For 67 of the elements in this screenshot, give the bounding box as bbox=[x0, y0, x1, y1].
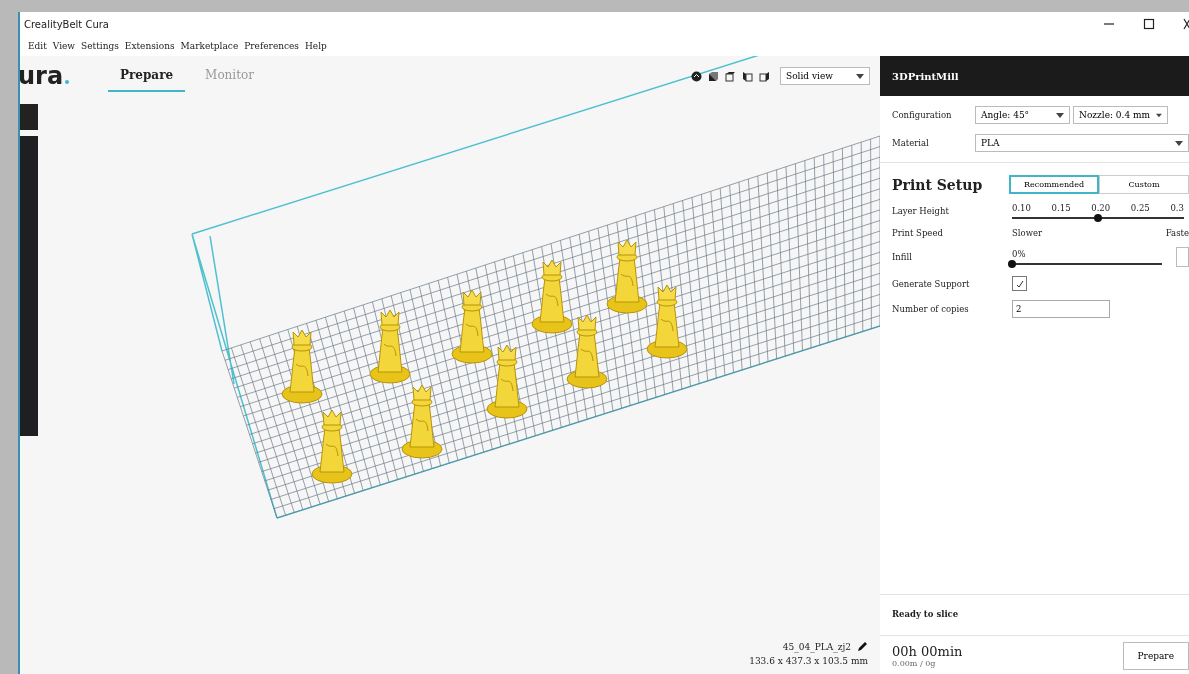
chess-piece-model[interactable] bbox=[531, 259, 573, 334]
generate-support-label: Generate Support bbox=[892, 278, 971, 289]
chess-piece-model[interactable] bbox=[486, 344, 528, 419]
setup-tab[interactable]: Recommended bbox=[1009, 175, 1099, 194]
layer-height-label: Layer Height bbox=[892, 206, 950, 216]
menu-item[interactable]: Edit bbox=[28, 41, 47, 51]
configuration-label: Configuration bbox=[892, 110, 953, 120]
menu-item[interactable]: Extensions bbox=[124, 41, 175, 51]
caret-icon bbox=[1175, 140, 1183, 146]
tick-label: 0.10 bbox=[1012, 203, 1031, 213]
menu-item[interactable]: Settings bbox=[81, 41, 119, 51]
cube-left-icon[interactable] bbox=[742, 70, 753, 82]
setup-tab[interactable]: Custom bbox=[1099, 175, 1189, 194]
chess-piece-model[interactable] bbox=[311, 409, 353, 484]
chess-piece-model[interactable] bbox=[606, 239, 648, 314]
close-icon[interactable] bbox=[1183, 18, 1189, 30]
cura-logo: ura bbox=[20, 62, 108, 90]
tick-label: 0.25 bbox=[1130, 203, 1150, 213]
model-dimensions: 133.6 x 437.3 x 103.5 mm bbox=[749, 656, 868, 666]
maximize-icon[interactable] bbox=[1143, 18, 1155, 30]
support-checkbox[interactable] bbox=[1012, 276, 1027, 291]
tick-label: 0.3 bbox=[1170, 203, 1184, 213]
cube-top-icon[interactable] bbox=[725, 70, 736, 82]
speed-max-label: Faste bbox=[1165, 228, 1189, 238]
print-time: 00h 00min bbox=[892, 644, 963, 659]
checkmark-icon bbox=[1014, 278, 1025, 289]
view-mode-dropdown[interactable]: Solid view bbox=[780, 67, 870, 85]
slice-status: Ready to slice bbox=[892, 609, 959, 619]
cube-right-icon[interactable] bbox=[759, 70, 770, 82]
configuration-dropdown[interactable]: Angle: 45° bbox=[975, 106, 1070, 124]
copies-label: Number of copies bbox=[892, 304, 970, 314]
slider-thumb[interactable] bbox=[1008, 260, 1016, 268]
menu-item[interactable]: Preferences bbox=[244, 41, 299, 51]
material-label: Material bbox=[892, 138, 930, 148]
menu-item[interactable]: Marketplace bbox=[180, 41, 239, 51]
caret-icon bbox=[1156, 112, 1162, 118]
slider-thumb[interactable] bbox=[1094, 214, 1102, 222]
chess-piece-model[interactable] bbox=[369, 309, 411, 384]
menu-item[interactable]: Help bbox=[305, 41, 327, 51]
chess-piece-model[interactable] bbox=[566, 314, 608, 389]
menu-item[interactable]: View bbox=[52, 41, 76, 51]
copies-field[interactable]: 2 bbox=[1012, 300, 1110, 318]
model-name: 45_04_PLA_zj2 bbox=[782, 641, 851, 652]
speed-min-label: Slower bbox=[1012, 228, 1043, 238]
prepare-button[interactable]: Prepare bbox=[1122, 642, 1189, 670]
caret-icon bbox=[856, 73, 864, 79]
pencil-icon[interactable] bbox=[857, 641, 868, 652]
material-dropdown[interactable]: PLA bbox=[975, 134, 1189, 152]
material-usage: 0.00m / 0g bbox=[892, 659, 937, 668]
chess-piece-model[interactable] bbox=[401, 384, 443, 459]
caret-icon bbox=[1056, 112, 1064, 118]
chess-piece-model[interactable] bbox=[646, 284, 688, 359]
chess-piece-model[interactable] bbox=[281, 329, 323, 404]
print-setup-title: Print Setup bbox=[892, 176, 984, 193]
chess-piece-model[interactable] bbox=[451, 289, 493, 364]
cube-front-icon[interactable] bbox=[708, 70, 719, 82]
print-speed-label: Print Speed bbox=[892, 228, 944, 238]
stage-tab[interactable]: Prepare bbox=[108, 60, 186, 92]
window-title: CrealityBelt Cura bbox=[24, 18, 109, 30]
printer-name: 3DPrintMill bbox=[892, 70, 959, 82]
tick-label: 0.15 bbox=[1051, 203, 1071, 213]
infill-label: Infill bbox=[892, 252, 913, 262]
home-view-icon[interactable] bbox=[691, 70, 702, 82]
configuration-dropdown[interactable]: Nozzle: 0.4 mm bbox=[1073, 106, 1168, 124]
tick-label: 0.20 bbox=[1091, 203, 1111, 213]
infill-reading: 0% bbox=[1012, 249, 1027, 259]
infill-field[interactable] bbox=[1176, 247, 1189, 267]
